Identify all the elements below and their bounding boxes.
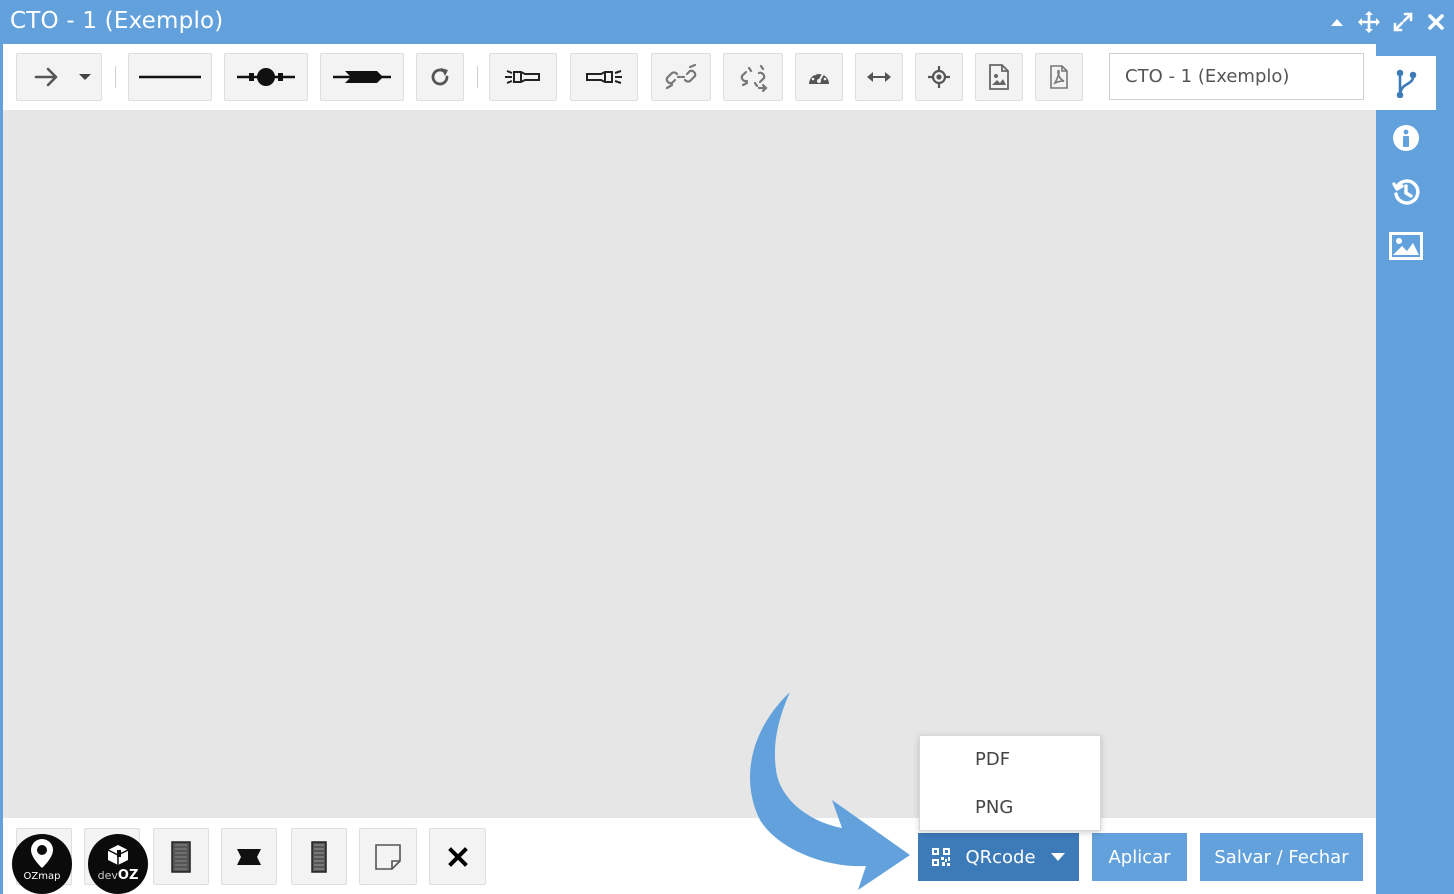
pdf-export-button[interactable]: [1035, 53, 1083, 101]
splice-connector-button[interactable]: [221, 828, 277, 885]
devoz-logo: dev OZ: [88, 834, 148, 894]
resize-horizontal-button[interactable]: [855, 53, 903, 101]
name-input[interactable]: [1109, 53, 1364, 100]
expand-icon[interactable]: [1390, 9, 1416, 35]
tab-fiber-branch[interactable]: [1376, 56, 1436, 110]
move-icon[interactable]: [1356, 9, 1382, 35]
note-icon: [375, 843, 401, 870]
qrcode-button[interactable]: QRcode: [918, 833, 1079, 881]
connector-round-button[interactable]: [224, 53, 308, 101]
toolbar-separator: [115, 66, 116, 88]
collapse-icon[interactable]: [1324, 9, 1350, 35]
fiber-branch-icon: [1396, 69, 1417, 98]
editor-content: OZmap dev OZ: [3, 44, 1376, 894]
note-button[interactable]: [359, 828, 417, 885]
tab-info[interactable]: [1376, 114, 1436, 162]
qrcode-label: QRcode: [965, 846, 1036, 868]
light-meter-button[interactable]: [570, 53, 638, 101]
devoz-prefix: dev: [97, 869, 118, 882]
info-icon: [1393, 125, 1419, 151]
redo-button[interactable]: [416, 53, 464, 101]
close-icon[interactable]: [1423, 9, 1449, 35]
right-sidebar: [1376, 44, 1454, 894]
link-button[interactable]: [651, 53, 711, 101]
splitter-tray-button[interactable]: [153, 828, 209, 885]
unlink-button[interactable]: [723, 53, 783, 101]
dio-panel-button[interactable]: [291, 828, 347, 885]
qrcode-dropdown: PDF PNG: [919, 735, 1101, 831]
image-icon: [1389, 232, 1423, 260]
tab-history[interactable]: [1376, 168, 1436, 216]
chevron-down-icon: [1050, 853, 1065, 861]
apply-button[interactable]: Aplicar: [1092, 833, 1187, 881]
arrow-select-button[interactable]: [16, 53, 102, 101]
crosshair-button[interactable]: [915, 53, 963, 101]
window-title: CTO - 1 (Exemplo): [10, 8, 224, 34]
cto-editor-window: CTO - 1 (Exemplo) CTO - 1 (Exemplo) OZma…: [0, 0, 1454, 894]
toolbar-separator: [477, 66, 478, 88]
save-close-button[interactable]: Salvar / Fechar: [1200, 833, 1363, 881]
qrcode-menu-item-pdf[interactable]: PDF: [920, 736, 1100, 784]
splice-connector-icon: [237, 848, 261, 865]
gauge-button[interactable]: [795, 53, 843, 101]
qrcode-icon: [932, 848, 951, 866]
toolbar: [3, 44, 1376, 110]
image-export-button[interactable]: [975, 53, 1023, 101]
map-pin-icon: [31, 839, 53, 868]
connector-square-button[interactable]: [320, 53, 404, 101]
diagram-canvas[interactable]: [3, 110, 1376, 818]
bottom-bar: OZmap dev OZ QRcode Aplicar Salvar / Fec…: [3, 818, 1376, 894]
tutorial-arrow-icon: [750, 692, 910, 890]
devoz-suffix: OZ: [117, 868, 139, 883]
cube-icon: [107, 845, 129, 865]
history-icon: [1392, 179, 1420, 205]
line-tool-button[interactable]: [128, 53, 212, 101]
splitter-tray-icon: [171, 840, 191, 873]
delete-button[interactable]: [429, 828, 486, 885]
devoz-logo-text: dev OZ: [98, 868, 139, 883]
ozmap-logo: OZmap: [12, 834, 72, 894]
qrcode-menu-item-png[interactable]: PNG: [920, 784, 1100, 832]
tab-image[interactable]: [1376, 222, 1436, 270]
delete-icon: [447, 846, 468, 867]
title-bar: CTO - 1 (Exemplo): [0, 0, 1454, 44]
ozmap-logo-text: OZmap: [23, 871, 61, 882]
light-source-button[interactable]: [489, 53, 557, 101]
dio-panel-icon: [311, 840, 327, 873]
